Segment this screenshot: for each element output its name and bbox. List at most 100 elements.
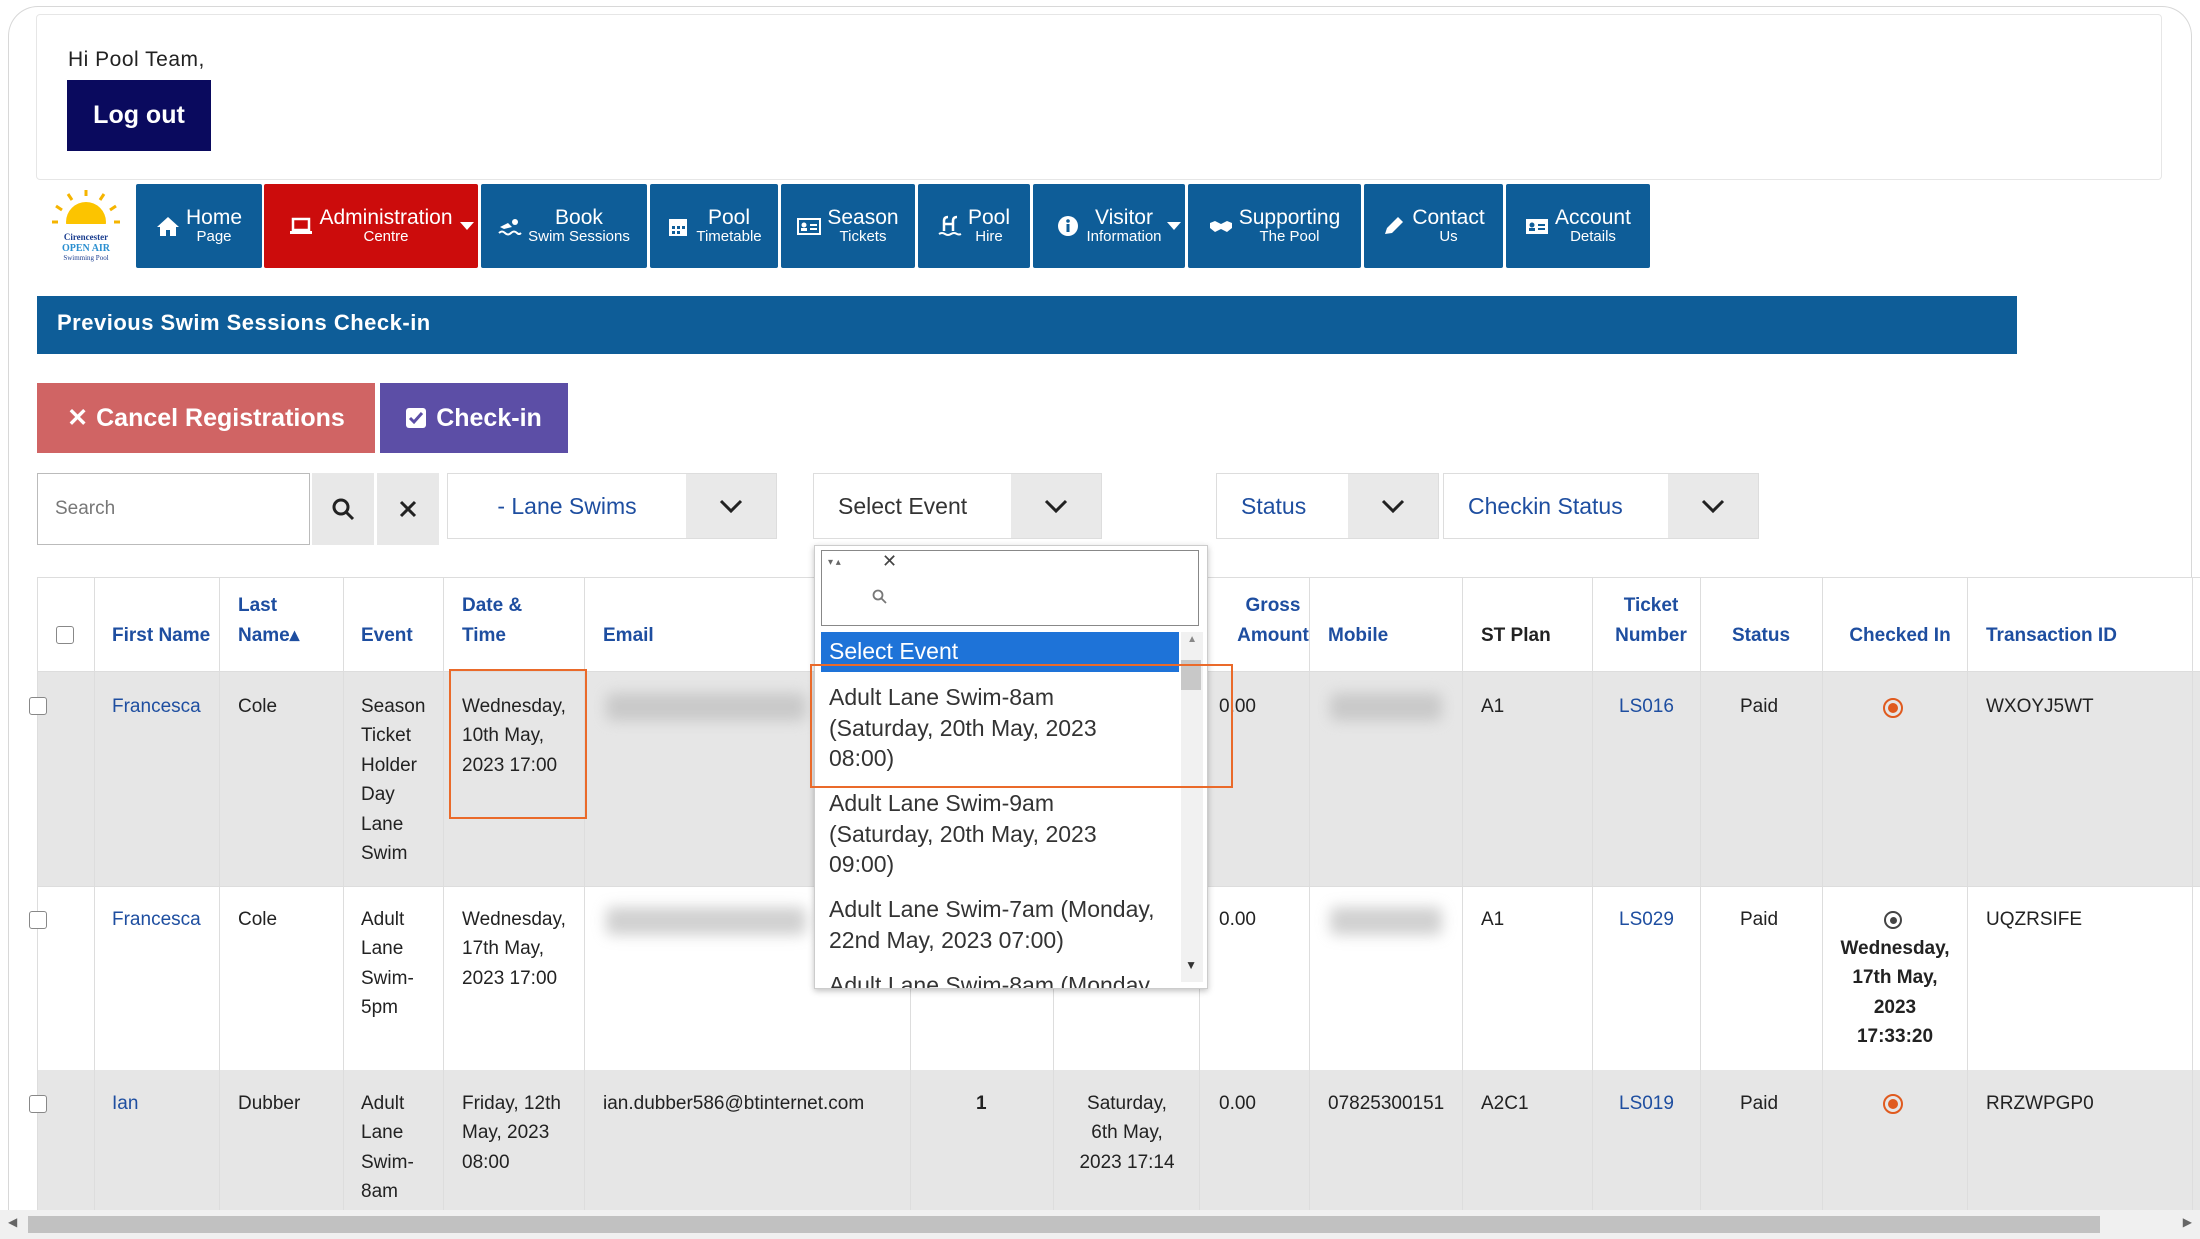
page-title: Previous Swim Sessions Check-in — [37, 296, 2017, 354]
col-first-name[interactable]: First Name — [112, 577, 212, 672]
st-plan-cell: A2C1 — [1481, 1093, 1529, 1114]
swimmer-icon — [498, 219, 522, 236]
greeting-text: Hi Pool Team, — [68, 48, 205, 71]
nav-book[interactable]: Book Swim Sessions — [481, 184, 647, 268]
pencil-icon — [1385, 217, 1404, 234]
logout-button[interactable]: Log out — [67, 80, 211, 151]
nav-account-label: Account — [1555, 206, 1631, 230]
checkbox-icon — [406, 408, 427, 428]
checkin-status-dropdown[interactable]: Checkin Status — [1443, 473, 1759, 539]
mobile-redacted — [1330, 693, 1442, 721]
checked-in-icon[interactable] — [1884, 911, 1902, 929]
date-time-cell: Wednesday, 17th May, 2023 17:00 — [462, 909, 566, 989]
cancel-registrations-button[interactable]: ✕ Cancel Registrations — [37, 383, 375, 453]
not-checked-in-icon[interactable] — [1883, 698, 1903, 718]
select-all-checkbox[interactable] — [56, 626, 74, 644]
nav-season-tickets[interactable]: Season Tickets — [781, 184, 915, 268]
nav-season-sub: Tickets — [839, 228, 887, 246]
nav-supporting-label: Supporting — [1238, 206, 1341, 230]
col-st-plan: ST Plan — [1481, 624, 1551, 646]
col-status[interactable]: Status — [1714, 577, 1808, 672]
nav-hire-label: Pool — [967, 206, 1011, 230]
select-event-dropdown[interactable]: Select Event — [813, 473, 1102, 539]
col-last-name[interactable]: Last Name▴ — [238, 577, 338, 672]
nav-timetable-label: Pool — [707, 206, 751, 230]
col-transaction-id[interactable]: Transaction ID — [1986, 577, 2186, 672]
first-name-cell[interactable]: Ian — [112, 1089, 138, 1118]
lane-swims-dropdown[interactable]: - Lane Swims — [447, 473, 777, 539]
nav-pool-hire[interactable]: Pool Hire — [918, 184, 1030, 268]
nav-administration[interactable]: Administration Centre — [264, 184, 478, 268]
col-event[interactable]: Event — [361, 577, 441, 672]
dropdown-search-input[interactable]: ▾ ▴ ✕ — [821, 550, 1199, 626]
scroll-left-icon[interactable]: ◀ — [8, 1215, 17, 1229]
col-checked-in[interactable]: Checked In — [1836, 577, 1964, 672]
email-redacted — [606, 693, 806, 721]
check-in-button[interactable]: Check-in — [380, 383, 568, 453]
nav-pool-timetable[interactable]: Pool Timetable — [650, 184, 778, 268]
status-cell: Paid — [1740, 1093, 1779, 1114]
nav-account-sub: Details — [1570, 228, 1616, 246]
last-name-cell: Cole — [238, 696, 278, 717]
chevron-down-icon — [1167, 222, 1181, 230]
booked-date-cell: Saturday, 6th May, 2023 17:14 — [1079, 1093, 1175, 1173]
row-checkbox[interactable] — [29, 1095, 47, 1113]
nav-supporting[interactable]: Supporting The Pool — [1188, 184, 1361, 268]
nav-visitor-information[interactable]: Visitor Information — [1033, 184, 1185, 268]
nav-contact[interactable]: Contact Us — [1364, 184, 1503, 268]
not-checked-in-icon[interactable] — [1883, 1094, 1903, 1114]
dropdown-option[interactable]: Adult Lane Swim-8am (Monday, — [829, 970, 1159, 988]
laptop-icon — [290, 217, 313, 234]
ticket-number-cell[interactable]: LS016 — [1619, 692, 1674, 721]
id-card-icon — [797, 218, 822, 235]
first-name-cell[interactable]: Francesca — [112, 905, 201, 934]
col-gross-amount[interactable]: Gross Amount — [1233, 577, 1313, 672]
nav-book-sub: Swim Sessions — [528, 228, 630, 246]
col-ticket-number[interactable]: Ticket Number — [1611, 577, 1691, 672]
nav-book-label: Book — [555, 206, 603, 230]
transaction-id-cell: WXOYJ5WT — [1986, 696, 2094, 717]
highlight-box — [449, 669, 587, 819]
row-checkbox[interactable] — [29, 911, 47, 929]
col-email[interactable]: Email — [603, 577, 723, 672]
dropdown-option[interactable]: Adult Lane Swim-9am (Saturday, 20th May,… — [829, 788, 1159, 880]
search-input[interactable]: Search — [37, 473, 310, 545]
transaction-id-cell: RRZWPGP0 — [1986, 1093, 2094, 1114]
chevron-down-icon — [686, 474, 776, 538]
first-name-cell[interactable]: Francesca — [112, 692, 201, 721]
horizontal-scrollbar[interactable]: ◀ ▶ — [0, 1210, 2200, 1239]
home-icon — [156, 217, 179, 236]
ticket-number-cell[interactable]: LS029 — [1619, 905, 1674, 934]
col-mobile[interactable]: Mobile — [1328, 577, 1448, 672]
highlight-box — [810, 664, 1233, 788]
checked-in-time-cell: Wednesday, 17th May, 2023 17:33:20 — [1840, 938, 1950, 1048]
dropdown-option[interactable]: Adult Lane Swim-7am (Monday, 22nd May, 2… — [829, 894, 1159, 955]
close-icon — [399, 500, 417, 518]
ticket-number-cell[interactable]: LS019 — [1619, 1089, 1674, 1118]
nav-account[interactable]: Account Details — [1506, 184, 1650, 268]
chevron-down-icon — [460, 222, 474, 230]
scroll-down-icon[interactable]: ▼ — [1185, 958, 1197, 972]
chevron-down-icon — [1668, 474, 1758, 538]
date-time-cell: Friday, 12th May, 2023 08:00 — [462, 1093, 561, 1173]
status-cell: Paid — [1740, 696, 1779, 717]
scrollbar-thumb[interactable] — [28, 1216, 2100, 1233]
sort-icon: ▾ ▴ — [828, 557, 841, 568]
st-plan-cell: A1 — [1481, 909, 1505, 930]
clear-search-button[interactable] — [377, 473, 439, 545]
nav-hire-sub: Hire — [975, 228, 1003, 246]
close-icon[interactable]: ✕ — [882, 551, 897, 572]
check-in-label: Check-in — [436, 403, 542, 432]
last-name-cell: Cole — [238, 909, 278, 930]
status-dropdown[interactable]: Status — [1216, 473, 1439, 539]
col-date-time[interactable]: Date & Time — [462, 577, 542, 672]
event-cell: Adult Lane Swim-5pm — [361, 909, 414, 1019]
email-redacted — [606, 907, 806, 935]
scroll-right-icon[interactable]: ▶ — [2183, 1215, 2192, 1229]
search-button[interactable] — [312, 473, 374, 545]
scroll-up-icon[interactable]: ▲ — [1187, 634, 1197, 645]
nav-home[interactable]: Home Page — [136, 184, 262, 268]
pool-logo[interactable]: Cirencester OPEN AIR Swimming Pool — [50, 190, 122, 266]
row-checkbox[interactable] — [29, 697, 47, 715]
nav-home-label: Home — [185, 206, 243, 230]
